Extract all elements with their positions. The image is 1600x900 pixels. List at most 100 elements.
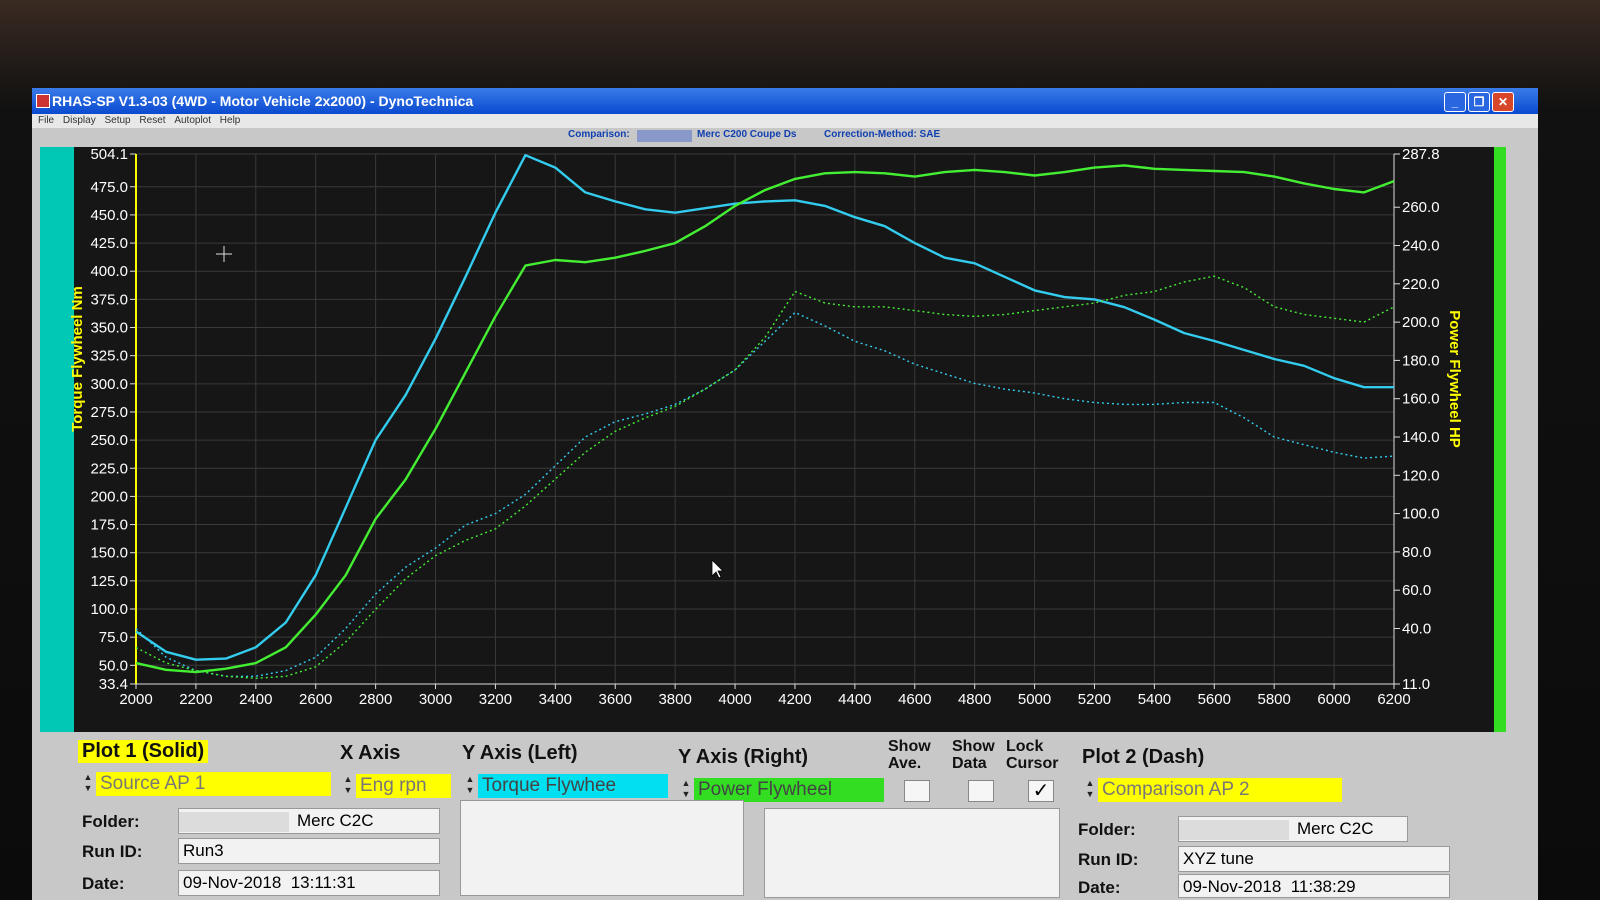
xaxis-heading: X Axis [340, 742, 401, 764]
y-left-tick-label: 475.0 [90, 179, 128, 196]
plot2-folder-label: Folder: [1078, 820, 1136, 839]
y-right-tick-label: 140.0 [1402, 429, 1440, 446]
y-left-tick-label: 33.4 [99, 676, 128, 693]
x-tick-label: 3200 [479, 691, 512, 708]
plot1-source-field[interactable]: Source AP 1 [96, 772, 331, 796]
y-right-tick-label: 40.0 [1402, 620, 1431, 637]
menu-display[interactable]: Display [63, 114, 96, 128]
y-left-tick-label: 150.0 [90, 545, 128, 562]
y-left-tick-label: 175.0 [90, 517, 128, 534]
series-line-dash-power-3 [135, 275, 1395, 679]
dyno-chart[interactable]: 2000 2200 2400 2600 2800 3000 3200 3400 3600 3800… [32, 144, 1538, 736]
plot2-source-field[interactable]: Comparison AP 2 [1098, 778, 1342, 802]
plot2-notes-box[interactable] [764, 808, 1060, 898]
comparison-label: Comparison: [568, 129, 630, 140]
menu-autoplot[interactable]: Autoplot [174, 114, 211, 128]
plot2-heading: Plot 2 (Dash) [1082, 746, 1205, 768]
x-tick-label: 2400 [239, 691, 272, 708]
y-right-tick-label: 240.0 [1402, 238, 1440, 255]
y-right-tick-label: 120.0 [1402, 467, 1440, 484]
x-tick-label: 5800 [1258, 691, 1291, 708]
menu-file[interactable]: File [38, 114, 54, 128]
xaxis-spinner-icon[interactable]: ▲ ▼ [342, 774, 354, 798]
y-left-tick-label: 200.0 [90, 488, 128, 505]
x-tick-label: 5200 [1078, 691, 1111, 708]
y-left-tick-label: 425.0 [90, 235, 128, 252]
x-tick-label: 5600 [1198, 691, 1231, 708]
correction-method: Correction-Method: SAE [824, 129, 941, 140]
x-tick-label: 4000 [718, 691, 751, 708]
yleft-heading: Y Axis (Left) [462, 742, 578, 764]
y-left-tick-label: 100.0 [90, 601, 128, 618]
plot1-runid-field[interactable]: Run3 [178, 838, 440, 864]
x-tick-label: 2600 [299, 691, 332, 708]
yleft-spinner-icon[interactable]: ▲ ▼ [464, 774, 476, 798]
x-tick-label: 4800 [958, 691, 991, 708]
x-tick-label: 3000 [419, 691, 452, 708]
plot1-spinner-icon[interactable]: ▲ ▼ [82, 772, 94, 796]
close-icon[interactable]: ✕ [1492, 92, 1514, 112]
menu-bar: File Display Setup Reset Autoplot Help [32, 114, 1538, 128]
y-left-tick-label: 250.0 [90, 432, 128, 449]
restore-icon[interactable]: ❐ [1468, 92, 1490, 112]
plot2-folder-field[interactable]: Merc C2C [1178, 816, 1408, 842]
y-right-tick-label: 11.0 [1402, 676, 1430, 693]
y-right-tick-label: 287.8 [1402, 146, 1440, 163]
yright-spinner-icon[interactable]: ▲ ▼ [680, 778, 692, 802]
y-left-tick-label: 300.0 [90, 376, 128, 393]
lock-cursor-label: Lock Cursor [1006, 738, 1059, 772]
yleft-field[interactable]: Torque Flywhee [478, 774, 668, 798]
redacted-field [1179, 819, 1289, 840]
x-tick-label: 6000 [1317, 691, 1350, 708]
plot1-folder-label: Folder: [82, 812, 140, 831]
yright-heading: Y Axis (Right) [678, 746, 809, 768]
xaxis-field[interactable]: Eng rpn [356, 774, 451, 798]
x-tick-label: 3800 [658, 691, 691, 708]
plot1-folder-field[interactable]: Merc C2C [178, 808, 440, 834]
y-left-axis-title: Torque Flywheel Nm [69, 286, 86, 432]
mouse-pointer-icon [711, 559, 724, 579]
plot2-date-field[interactable]: 09-Nov-2018 11:38:29 [1178, 874, 1450, 898]
series-line-solid-torque-0 [135, 153, 1394, 661]
y-left-tick-label: 350.0 [90, 320, 128, 337]
y-left-tick-label: 225.0 [90, 460, 128, 477]
y-left-tick-label: 125.0 [90, 573, 128, 590]
x-tick-label: 2200 [179, 691, 212, 708]
y-right-axis-title: Power Flywheel HP [1446, 310, 1463, 448]
x-tick-label: 3600 [599, 691, 632, 708]
chart-area: 2000 2200 2400 2600 2800 3000 3200 3400 3600 3800… [32, 144, 1538, 736]
plot2-runid-label: Run ID: [1078, 850, 1139, 869]
show-data-checkbox[interactable] [968, 780, 994, 802]
x-tick-label: 5000 [1018, 691, 1051, 708]
y-left-tick-label: 275.0 [90, 404, 128, 421]
series-line-dash-power-2 [135, 311, 1395, 677]
y-left-tick-label: 75.0 [99, 629, 128, 646]
plot1-notes-box[interactable] [460, 800, 744, 896]
menu-setup[interactable]: Setup [104, 114, 130, 128]
plot1-runid-label: Run ID: [82, 842, 143, 861]
menu-help[interactable]: Help [220, 114, 241, 128]
lock-cursor-checkbox[interactable]: ✓ [1028, 780, 1054, 802]
y-right-tick-label: 260.0 [1402, 199, 1440, 216]
plot1-date-field[interactable]: 09-Nov-2018 13:11:31 [178, 870, 440, 896]
x-tick-label: 4400 [838, 691, 871, 708]
plot2-runid-field[interactable]: XYZ tune [1178, 846, 1450, 872]
x-tick-label: 5400 [1138, 691, 1171, 708]
x-tick-label: 2800 [359, 691, 392, 708]
redacted-field [179, 811, 289, 832]
y-right-tick-label: 220.0 [1402, 276, 1440, 293]
minimize-icon[interactable]: _ [1444, 92, 1466, 112]
yright-field[interactable]: Power Flywheel [694, 778, 884, 802]
info-bar: Comparison: Merc C200 Coupe Ds Correctio… [32, 128, 1538, 144]
menu-reset[interactable]: Reset [139, 114, 165, 128]
x-tick-label: 3400 [539, 691, 572, 708]
x-tick-label: 2000 [119, 691, 152, 708]
plot2-spinner-icon[interactable]: ▲ ▼ [1084, 778, 1096, 802]
show-ave-checkbox[interactable] [904, 780, 930, 802]
window-title: RHAS-SP V1.3-03 (4WD - Motor Vehicle 2x2… [52, 93, 474, 109]
y-right-tick-label: 200.0 [1402, 314, 1440, 331]
checkmark-icon: ✓ [1032, 780, 1050, 802]
title-bar[interactable]: RHAS-SP V1.3-03 (4WD - Motor Vehicle 2x2… [32, 88, 1538, 114]
y-left-tick-label: 504.1 [90, 146, 128, 163]
redacted-field [637, 130, 692, 142]
